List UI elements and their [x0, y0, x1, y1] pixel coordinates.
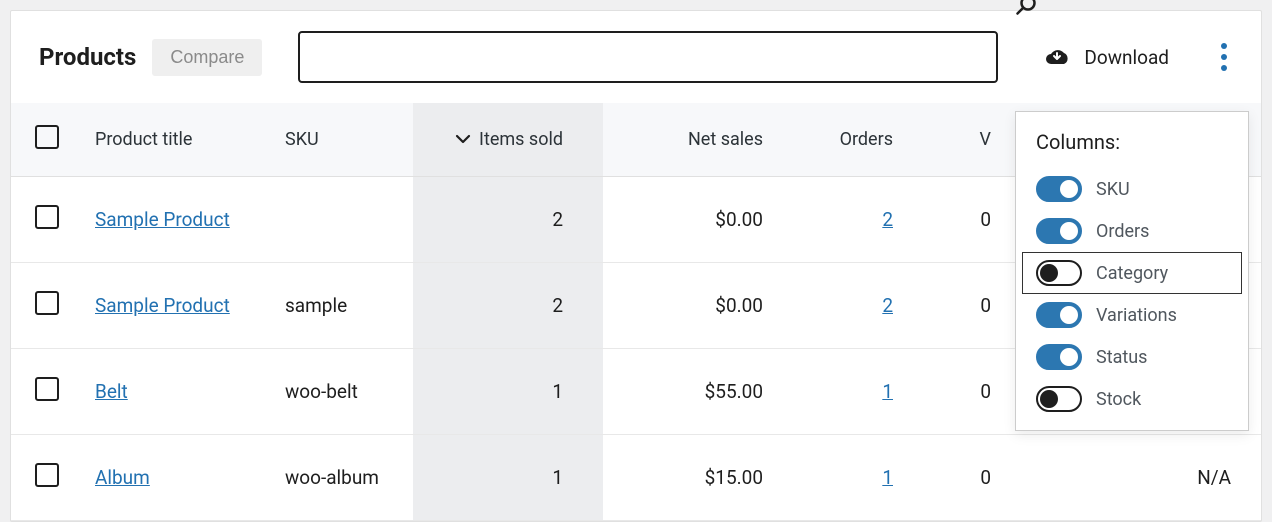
product-link[interactable]: Sample Product [95, 294, 230, 317]
columns-popover: Columns: SKU Orders Category Variations Stat… [1015, 111, 1249, 431]
column-toggle[interactable] [1036, 344, 1082, 370]
row-checkbox[interactable] [35, 205, 59, 229]
cell-net: $0.00 [603, 263, 803, 349]
column-toggle[interactable] [1036, 218, 1082, 244]
toggle-label: Category [1096, 263, 1168, 284]
kebab-menu-button[interactable] [1215, 37, 1233, 77]
column-toggle-row: SKU [1016, 168, 1248, 210]
products-panel: Products Compare Download [10, 10, 1262, 522]
column-toggle-row: Variations [1016, 294, 1248, 336]
column-header-orders[interactable]: Orders [803, 103, 923, 177]
cell-v: 0 [923, 263, 1003, 349]
row-checkbox[interactable] [35, 463, 59, 487]
search-icon [1014, 0, 1038, 21]
cell-rest: N/A [1003, 435, 1261, 521]
toggle-label: Orders [1096, 221, 1149, 242]
popover-title: Columns: [1016, 130, 1248, 168]
table-row: Albumwoo-album1$15.0010N/A [11, 435, 1261, 521]
cell-sku: sample [273, 263, 413, 349]
cell-items: 1 [413, 435, 603, 521]
column-toggle-row: Orders [1016, 210, 1248, 252]
cell-items: 2 [413, 263, 603, 349]
product-link[interactable]: Belt [95, 380, 128, 403]
orders-link[interactable]: 2 [882, 294, 893, 317]
product-link[interactable]: Album [95, 466, 150, 489]
toggle-label: Variations [1096, 305, 1177, 326]
column-toggle-row: Stock [1016, 378, 1248, 420]
page-title: Products [39, 43, 136, 71]
column-toggle[interactable] [1036, 260, 1082, 286]
cell-sku [273, 177, 413, 263]
search-wrap [298, 31, 998, 83]
header-bar: Products Compare Download [11, 11, 1261, 103]
column-toggle-row: Status [1016, 336, 1248, 378]
cell-items: 2 [413, 177, 603, 263]
row-checkbox[interactable] [35, 291, 59, 315]
cell-sku: woo-belt [273, 349, 413, 435]
download-label: Download [1084, 46, 1169, 69]
toggle-label: Status [1096, 347, 1147, 368]
product-link[interactable]: Sample Product [95, 208, 230, 231]
column-header-net-sales[interactable]: Net sales [603, 103, 803, 177]
column-toggle[interactable] [1036, 386, 1082, 412]
cell-net: $0.00 [603, 177, 803, 263]
orders-link[interactable]: 2 [882, 208, 893, 231]
column-header-title[interactable]: Product title [83, 103, 273, 177]
toggle-label: Stock [1096, 389, 1141, 410]
cell-v: 0 [923, 177, 1003, 263]
cell-v: 0 [923, 435, 1003, 521]
search-input[interactable] [298, 31, 998, 83]
orders-link[interactable]: 1 [882, 380, 893, 403]
column-header-sku[interactable]: SKU [273, 103, 413, 177]
column-toggle[interactable] [1036, 176, 1082, 202]
select-all-checkbox[interactable] [35, 125, 59, 149]
cell-v: 0 [923, 349, 1003, 435]
cell-net: $15.00 [603, 435, 803, 521]
row-checkbox[interactable] [35, 377, 59, 401]
column-header-items-sold[interactable]: Items sold [413, 103, 603, 177]
column-header-truncated[interactable]: V [923, 103, 1003, 177]
column-toggle-row: Category [1022, 252, 1242, 294]
cell-sku: woo-album [273, 435, 413, 521]
column-toggle[interactable] [1036, 302, 1082, 328]
toggle-label: SKU [1096, 179, 1130, 200]
chevron-down-icon [455, 129, 471, 150]
cell-net: $55.00 [603, 349, 803, 435]
download-icon [1044, 44, 1070, 70]
compare-button[interactable]: Compare [152, 39, 262, 76]
download-button[interactable]: Download [1044, 44, 1169, 70]
orders-link[interactable]: 1 [882, 466, 893, 489]
cell-items: 1 [413, 349, 603, 435]
